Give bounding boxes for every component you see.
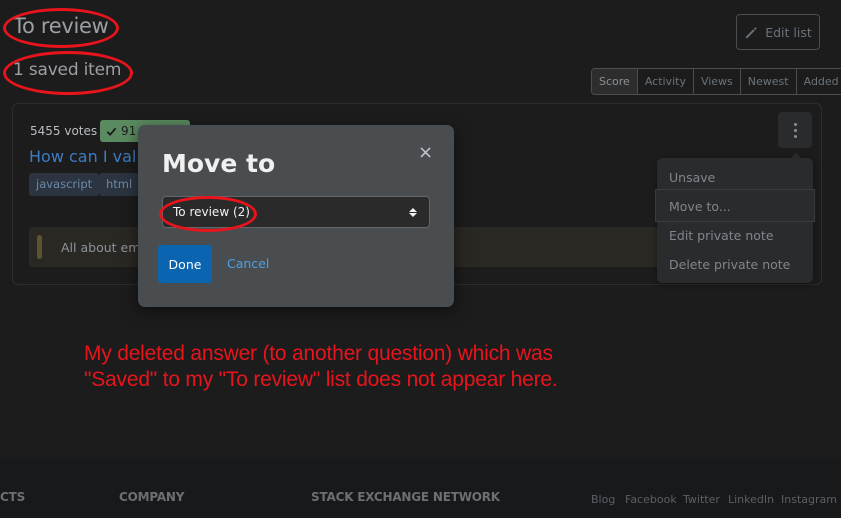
sort-tab-newest[interactable]: Newest: [741, 69, 797, 94]
annotation-line-1: My deleted answer (to another question) …: [84, 342, 553, 365]
footer-link-linkedin[interactable]: LinkedIn: [728, 493, 774, 506]
annotation-line-2: "Saved" to my "To review" list does not …: [84, 368, 558, 391]
site-footer: [0, 457, 841, 518]
done-button[interactable]: Done: [158, 245, 212, 283]
kebab-icon: [793, 122, 797, 126]
footer-heading-company[interactable]: COMPANY: [119, 490, 184, 504]
dialog-title: Move to: [162, 149, 276, 178]
item-more-button[interactable]: [778, 112, 812, 148]
tag-html[interactable]: html: [99, 173, 140, 196]
cancel-button[interactable]: Cancel: [227, 256, 269, 271]
question-title-link[interactable]: How can I valic: [29, 147, 150, 166]
footer-heading-products[interactable]: CTS: [0, 490, 25, 504]
footer-link-blog[interactable]: Blog: [591, 493, 615, 506]
edit-list-label: Edit list: [765, 24, 812, 40]
tag-javascript[interactable]: javascript: [29, 173, 100, 196]
list-select-value: To review (2): [173, 205, 250, 219]
page-title: To review: [13, 14, 109, 38]
menu-item-delete-note[interactable]: Delete private note: [669, 257, 790, 272]
sort-tab-added[interactable]: Added: [797, 69, 841, 94]
sort-tab-views[interactable]: Views: [694, 69, 741, 94]
pencil-icon: [746, 26, 757, 38]
saved-item-count: 1 saved item: [13, 60, 122, 80]
check-icon: [106, 127, 117, 136]
vote-count: 5455 votes: [30, 124, 98, 138]
footer-link-instagram[interactable]: Instagram: [781, 493, 837, 506]
private-note-text: All about ema: [61, 240, 149, 255]
footer-link-facebook[interactable]: Facebook: [625, 493, 677, 506]
sort-tab-activity[interactable]: Activity: [638, 69, 694, 94]
sort-tab-score[interactable]: Score: [592, 69, 638, 94]
close-icon[interactable]: ×: [418, 143, 433, 163]
menu-item-move-to[interactable]: Move to...: [669, 199, 731, 214]
select-arrows-icon: [409, 207, 417, 217]
annotation-note: My deleted answer (to another question) …: [84, 341, 684, 393]
sort-tabs: Score Activity Views Newest Added: [591, 68, 841, 95]
kebab-dot: [793, 134, 797, 138]
list-select[interactable]: To review (2): [162, 196, 430, 228]
menu-item-edit-note[interactable]: Edit private note: [669, 228, 774, 243]
kebab-dot: [793, 128, 797, 132]
note-accent-bar: [37, 235, 42, 259]
menu-item-unsave[interactable]: Unsave: [669, 170, 715, 185]
footer-link-twitter[interactable]: Twitter: [683, 493, 720, 506]
edit-list-button[interactable]: Edit list: [736, 14, 820, 50]
footer-heading-network[interactable]: STACK EXCHANGE NETWORK: [311, 490, 500, 504]
answers-count: 91: [121, 124, 137, 138]
